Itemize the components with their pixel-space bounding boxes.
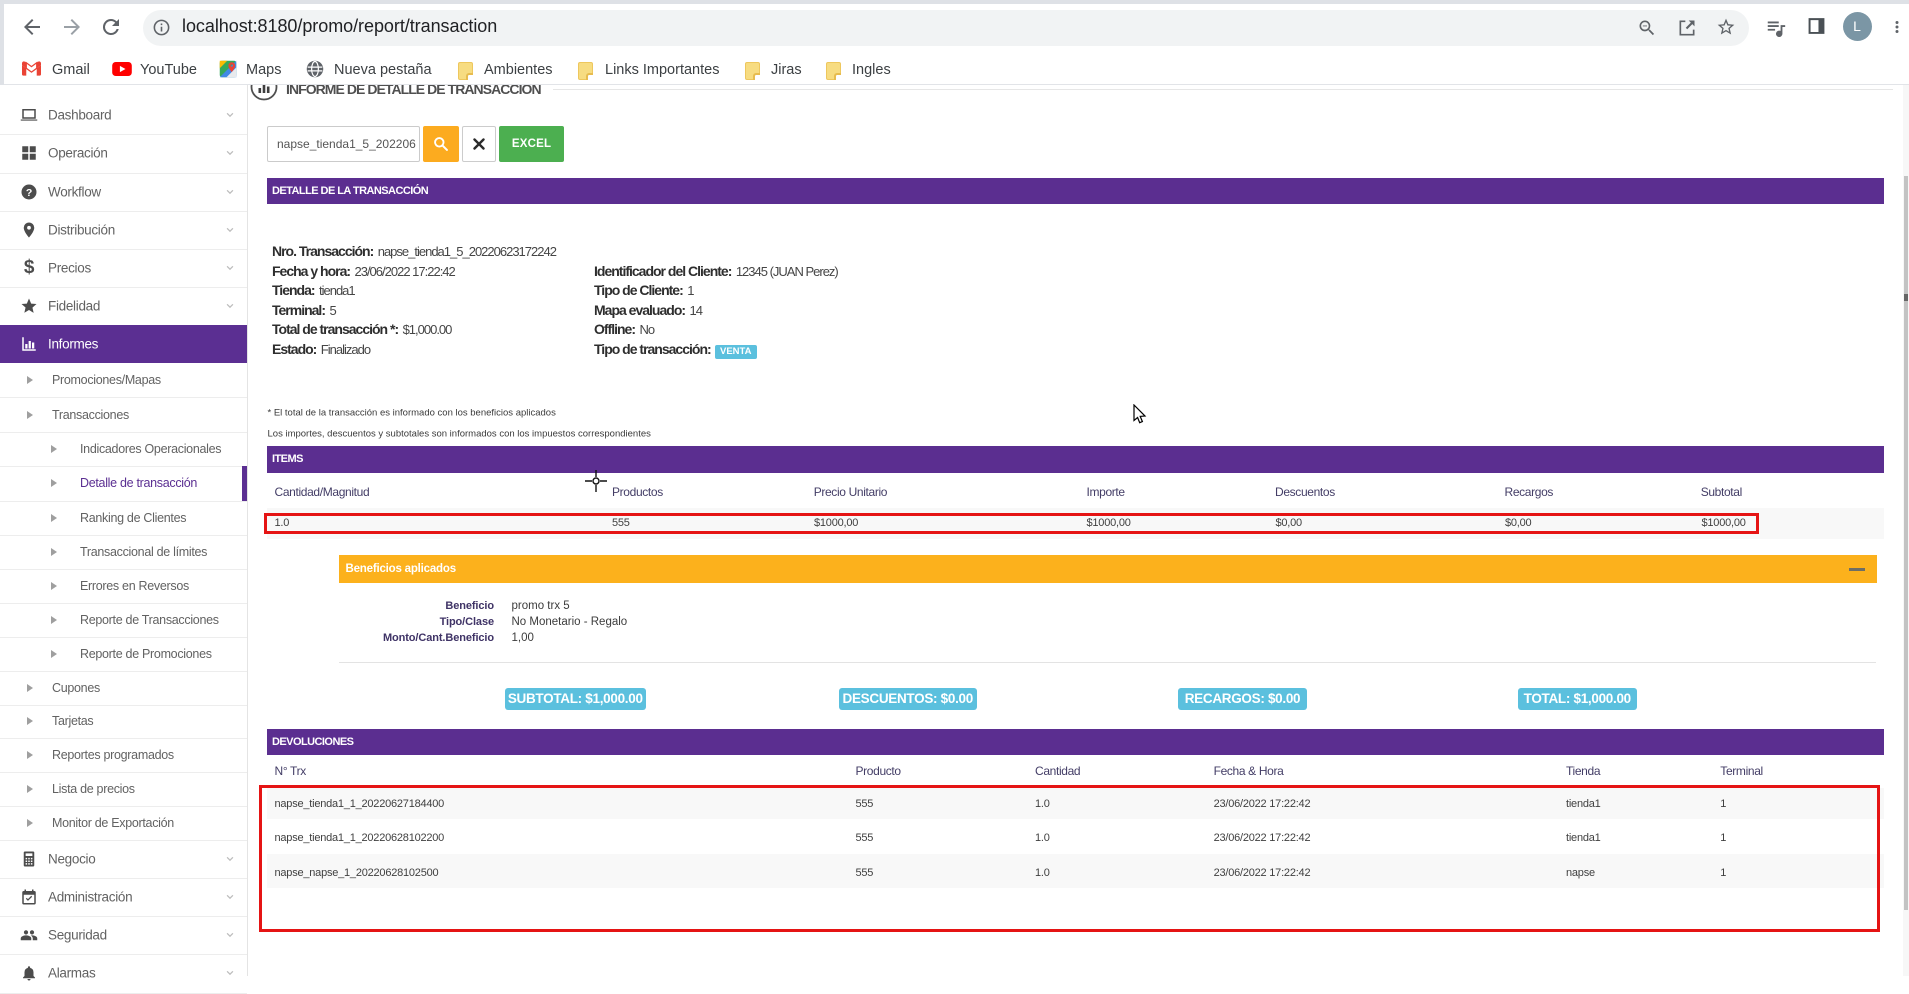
svg-text:?: ? — [26, 186, 32, 198]
